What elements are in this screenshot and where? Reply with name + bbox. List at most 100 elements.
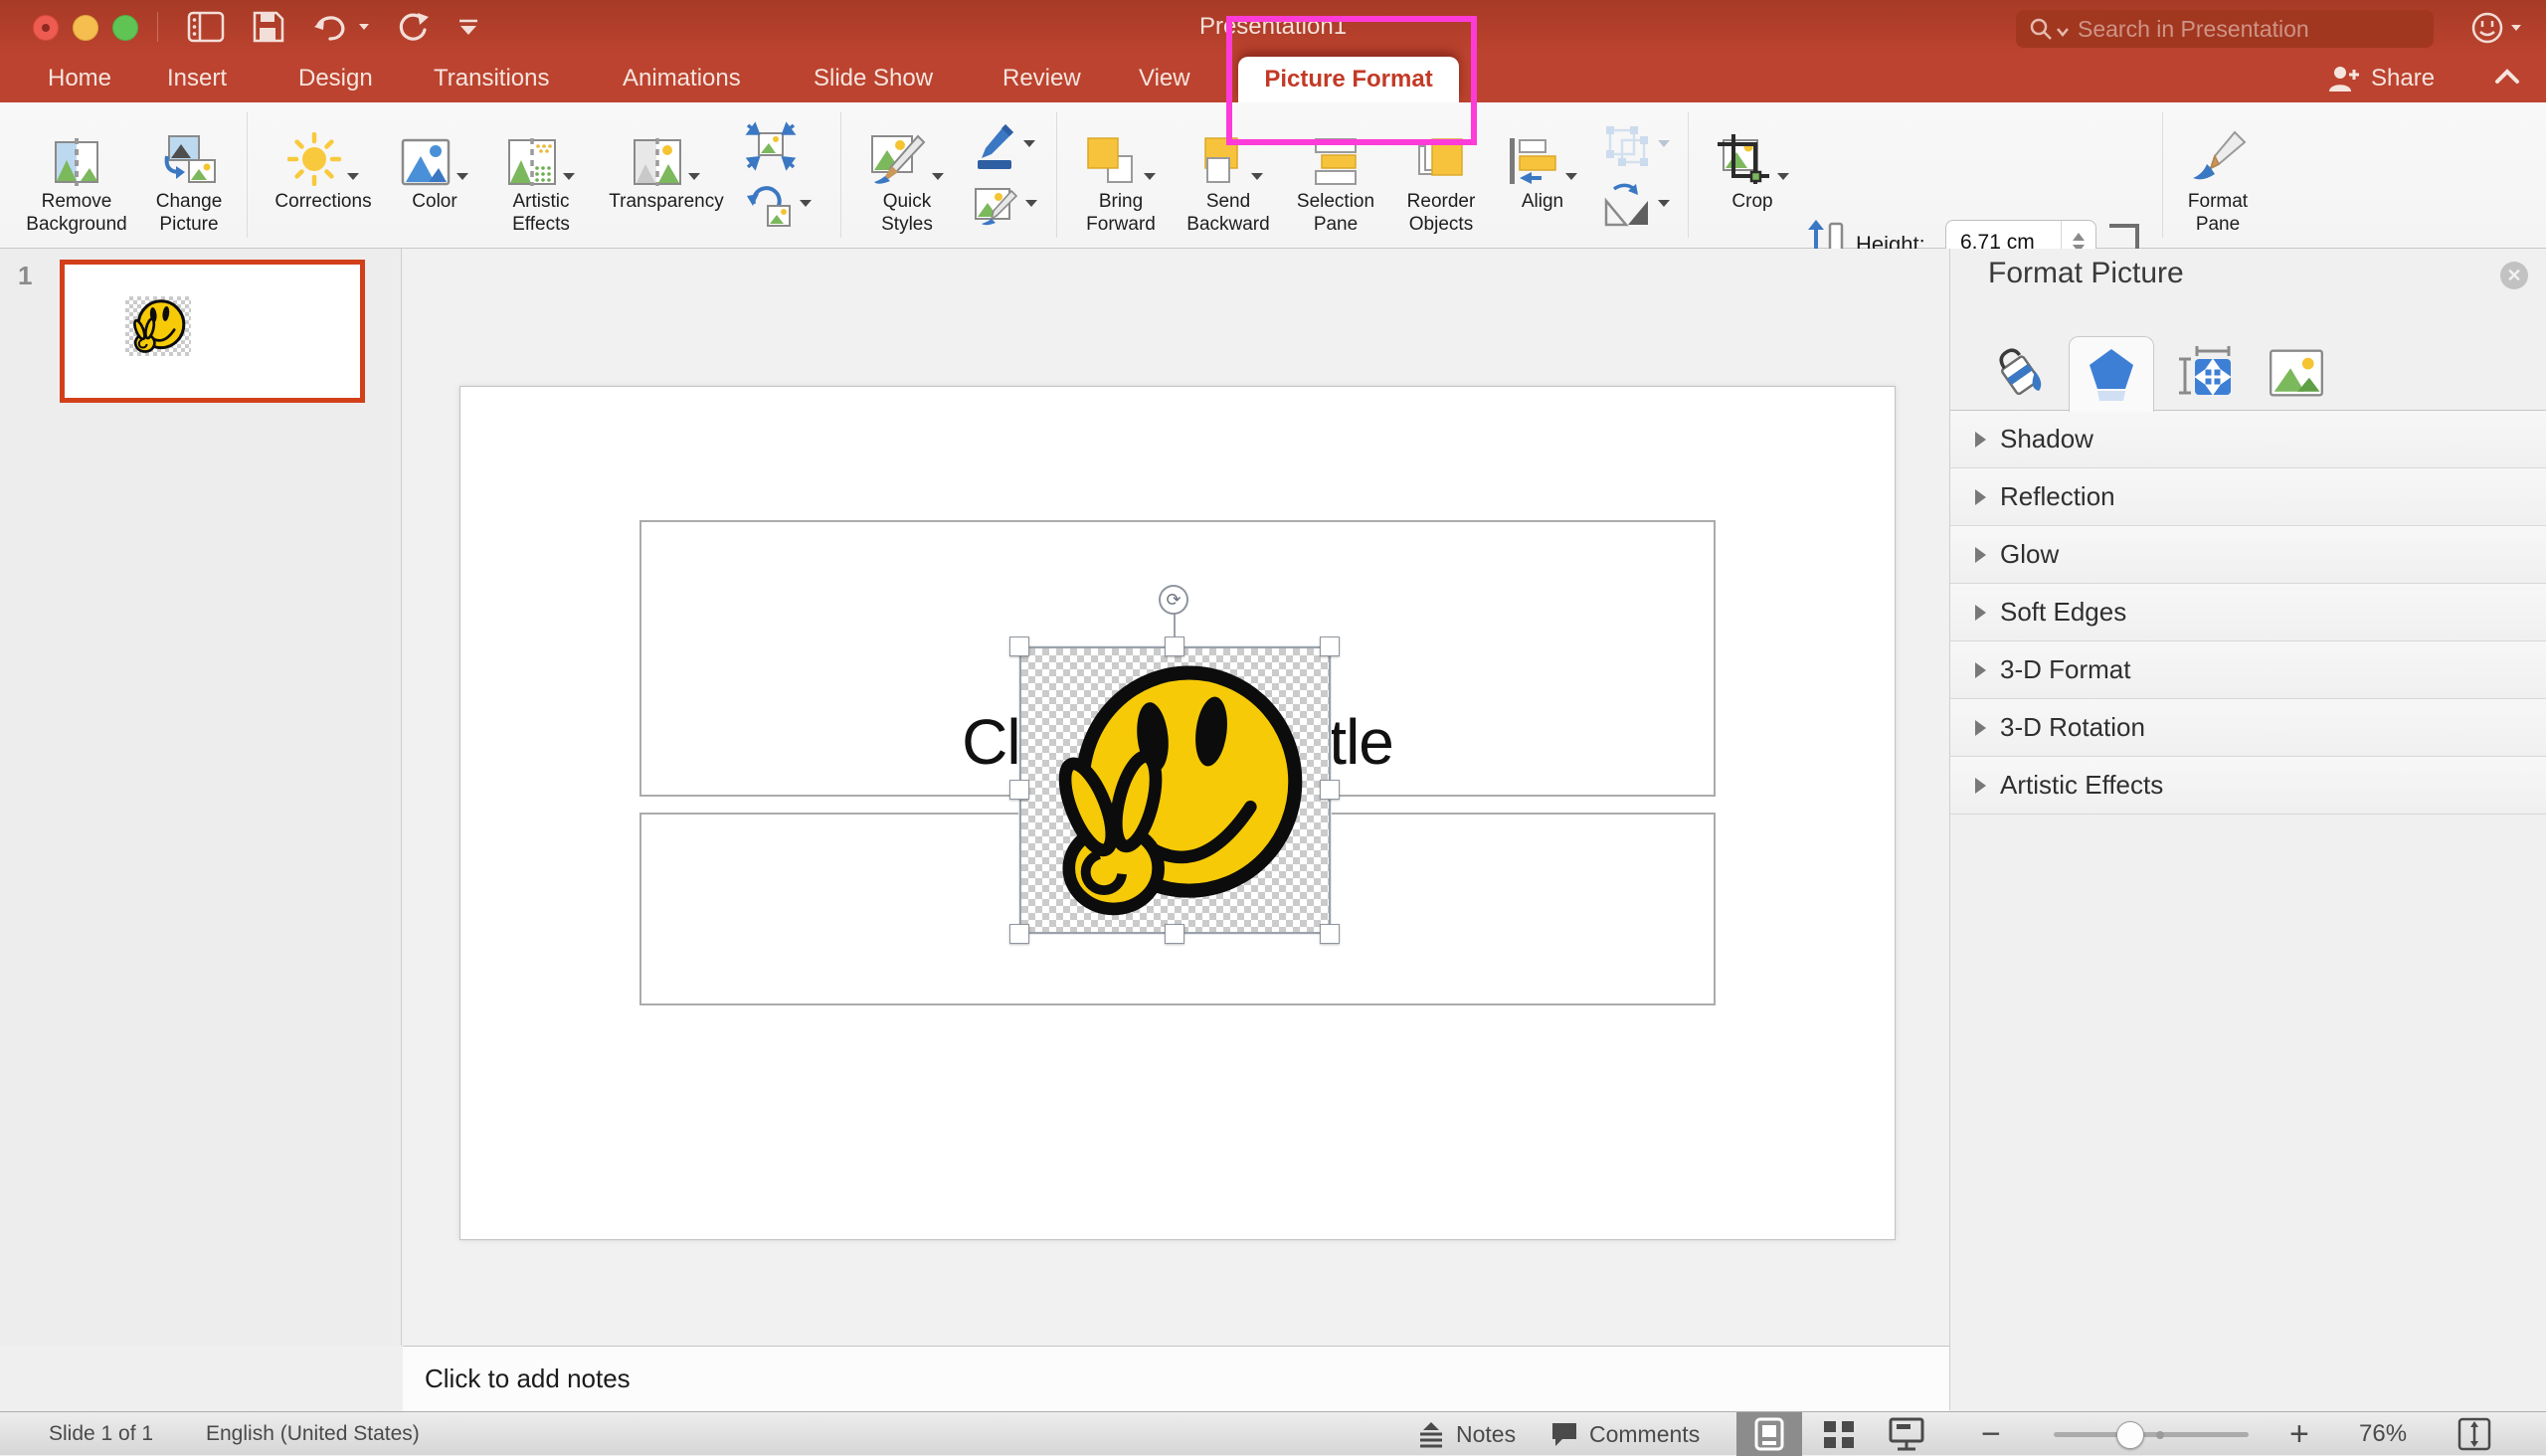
align-button[interactable]: Align [1503,110,1582,213]
picture-effects-dropdown-caret[interactable] [1025,200,1037,207]
button-label: Send Backward [1169,190,1288,236]
fit-slide-to-window-button[interactable] [2456,1412,2492,1456]
collapse-ribbon-chevron-icon[interactable] [2494,68,2520,86]
resize-handle-sw[interactable] [1009,924,1029,944]
quick-styles-dropdown-caret[interactable] [932,173,944,180]
ribbon-group-separator [1056,112,1057,238]
tab-insert[interactable]: Insert [167,54,227,102]
resize-handle-s[interactable] [1165,924,1184,944]
section-3d-format[interactable]: 3-D Format [1950,641,2546,699]
notes-toggle-button[interactable]: Notes [1416,1412,1516,1456]
rotate-objects-icon [1602,183,1652,229]
reorder-objects-button[interactable]: Reorder Objects [1386,110,1496,236]
disclosure-triangle-icon [1975,720,1986,736]
remove-background-icon [51,138,102,186]
slide-sorter-view-button[interactable] [1822,1412,1856,1456]
tab-slide-show[interactable]: Slide Show [814,54,933,102]
color-button[interactable]: Color [390,110,479,213]
resize-handle-se[interactable] [1320,924,1340,944]
zoom-slider-knob[interactable] [2116,1421,2144,1449]
reset-picture-dropdown-caret[interactable] [800,200,812,207]
tab-fill-line[interactable] [1978,336,2064,410]
section-glow[interactable]: Glow [1950,526,2546,584]
search-box[interactable] [2016,10,2434,48]
resize-handle-w[interactable] [1009,780,1029,800]
reset-picture-icon [744,182,794,230]
tab-transitions[interactable]: Transitions [434,54,549,102]
section-soft-edges[interactable]: Soft Edges [1950,584,2546,641]
section-shadow[interactable]: Shadow [1950,411,2546,468]
corrections-button[interactable]: Corrections [259,110,388,213]
language-button[interactable]: English (United States) [206,1412,420,1456]
format-picture-panel: Format Picture ✕ Shadow Reflection Glow … [1949,249,2546,1410]
section-artistic-effects[interactable]: Artistic Effects [1950,757,2546,815]
group-objects-button-disabled [1602,116,1670,176]
disclosure-triangle-icon [1975,778,1986,794]
resize-handle-e[interactable] [1320,780,1340,800]
transparency-button[interactable]: Transparency [597,110,736,213]
picture-border-dropdown-caret[interactable] [1023,140,1035,147]
account-menu[interactable] [2469,10,2529,46]
resize-handle-n[interactable] [1165,637,1184,656]
tab-picture[interactable] [2254,336,2339,410]
selected-picture[interactable] [1019,646,1331,934]
send-backward-button[interactable]: Send Backward [1169,110,1288,236]
search-input[interactable] [2076,15,2378,44]
picture-border-button[interactable] [972,116,1037,176]
transparency-icon [633,138,682,186]
selection-pane-button[interactable]: Selection Pane [1281,110,1390,236]
zoom-out-button[interactable]: − [1981,1412,2001,1456]
zoom-percentage[interactable]: 76% [2359,1412,2407,1456]
zoom-in-button[interactable]: + [2289,1412,2309,1456]
crop-button[interactable]: Crop [1713,110,1792,213]
corrections-dropdown-caret[interactable] [347,173,359,180]
transparency-dropdown-caret[interactable] [688,173,700,180]
color-dropdown-caret[interactable] [456,173,468,180]
picture-effects-button[interactable] [972,176,1037,236]
zoom-slider-tick [2156,1431,2164,1439]
panel-close-button[interactable]: ✕ [2500,262,2528,289]
remove-background-button[interactable]: Remove Background [2,110,151,236]
zoom-slider-track[interactable] [2054,1432,2249,1437]
tab-size-properties[interactable] [2161,336,2247,410]
rotate-objects-button[interactable] [1602,176,1670,236]
search-scope-caret-icon[interactable] [2056,25,2070,39]
bring-forward-button[interactable]: Bring Forward [1071,110,1171,236]
slideshow-view-button[interactable] [1888,1412,1925,1456]
tab-view[interactable]: View [1139,54,1190,102]
tab-home[interactable]: Home [48,54,111,102]
tab-picture-format-active[interactable]: Picture Format [1238,57,1459,102]
crop-dropdown-caret[interactable] [1777,173,1789,180]
section-3d-rotation[interactable]: 3-D Rotation [1950,699,2546,757]
normal-view-icon [1754,1417,1784,1451]
rotation-handle[interactable]: ⟳ [1159,585,1188,615]
normal-view-button-selected[interactable] [1736,1412,1802,1456]
artistic-effects-dropdown-caret[interactable] [563,173,575,180]
format-pane-button[interactable]: Format Pane [2173,110,2263,236]
resize-handle-ne[interactable] [1320,637,1340,656]
rotate-dropdown-caret[interactable] [1658,200,1670,207]
send-backward-dropdown-caret[interactable] [1251,173,1263,180]
tab-review[interactable]: Review [1002,54,1081,102]
stepper-up-icon[interactable] [2073,233,2085,241]
reset-picture-button[interactable] [744,176,812,236]
change-picture-button[interactable]: Change Picture [134,110,244,236]
tab-animations[interactable]: Animations [623,54,741,102]
resize-handle-nw[interactable] [1009,637,1029,656]
bring-forward-dropdown-caret[interactable] [1144,173,1156,180]
artistic-effects-button[interactable]: Artistic Effects [491,110,591,236]
slide-thumbnail-selected[interactable] [60,260,365,403]
share-button[interactable]: Share [2327,54,2435,102]
format-pane-brush-icon [2189,130,2247,186]
panel-title: Format Picture [1988,257,2184,290]
quick-styles-button[interactable]: Quick Styles [857,110,957,236]
compress-pictures-button[interactable] [744,116,812,176]
notes-pane[interactable]: Click to add notes [403,1346,1949,1411]
tab-effects-active[interactable] [2069,336,2154,412]
slide-canvas[interactable]: Click to add title ⟳ [459,386,1896,1240]
tab-design[interactable]: Design [298,54,373,102]
section-reflection[interactable]: Reflection [1950,468,2546,526]
border-effects-stack [972,116,1037,236]
align-dropdown-caret[interactable] [1565,173,1577,180]
comments-toggle-button[interactable]: Comments [1549,1412,1700,1456]
